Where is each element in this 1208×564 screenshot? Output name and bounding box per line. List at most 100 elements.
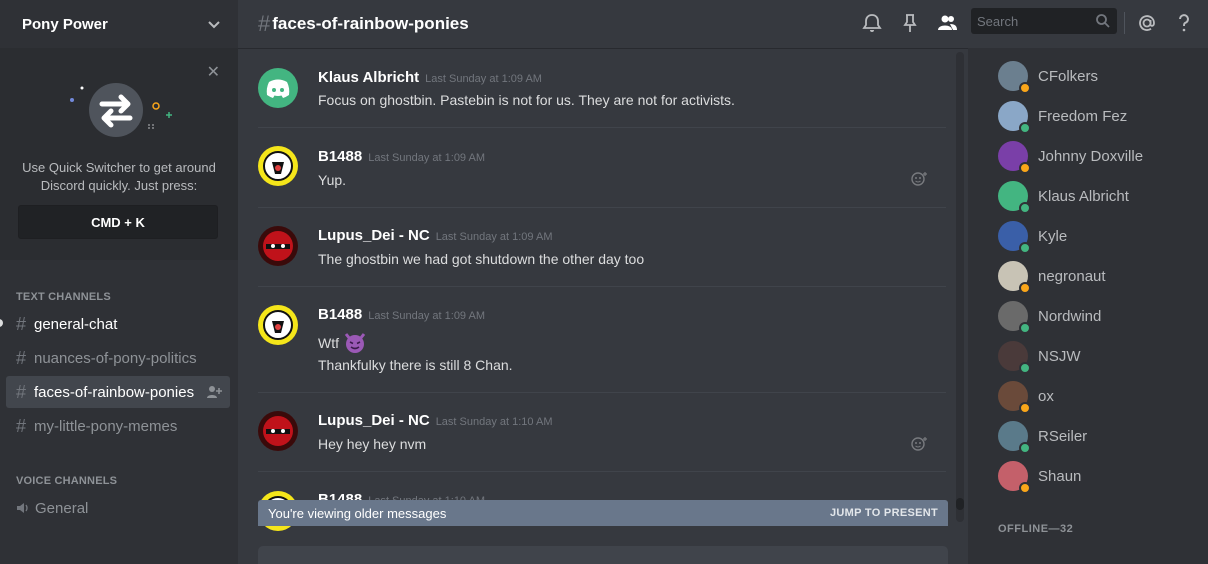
members-icon[interactable] xyxy=(936,12,958,34)
message-text: Hey hey hey nvm xyxy=(318,436,427,452)
online-status-icon xyxy=(1019,322,1031,334)
avatar[interactable] xyxy=(258,226,298,266)
bell-icon[interactable] xyxy=(861,12,883,34)
message-list: Klaus Albricht Last Sunday at 1:09 AM Foc… xyxy=(238,48,952,564)
search-input[interactable] xyxy=(971,8,1081,34)
avatar xyxy=(998,381,1031,414)
red-mask-icon xyxy=(263,416,293,446)
avatar[interactable] xyxy=(258,411,298,451)
author-name[interactable]: B1488 xyxy=(318,148,362,165)
add-reaction-icon[interactable] xyxy=(910,435,928,453)
member-item[interactable]: Klaus Albricht xyxy=(998,176,1129,216)
avatar[interactable] xyxy=(258,305,298,345)
voice-channels-header[interactable]: VOICE CHANNELS xyxy=(16,475,117,487)
channel-my-little-pony-memes[interactable]: # my-little-pony-memes xyxy=(6,410,230,442)
hash-icon: # xyxy=(16,415,27,436)
channel-label: general-chat xyxy=(34,315,118,333)
pin-icon[interactable] xyxy=(899,12,921,34)
member-name: RSeiler xyxy=(1038,427,1088,445)
chevron-down-icon xyxy=(208,21,220,29)
help-icon[interactable] xyxy=(1173,12,1195,34)
channel-label: nuances-of-pony-politics xyxy=(34,349,197,367)
add-reaction-icon[interactable] xyxy=(910,170,928,188)
search-icon[interactable] xyxy=(1095,13,1111,29)
member-item[interactable]: Shaun xyxy=(998,456,1081,496)
message: B1488 Last Sunday at 1:09 AM Yup. xyxy=(238,128,952,208)
message-text: Thankfulky there is still 8 Chan. xyxy=(318,357,513,373)
mention-icon[interactable] xyxy=(1136,12,1158,34)
avatar xyxy=(998,141,1031,174)
idle-status-icon xyxy=(1019,82,1031,94)
message-author[interactable]: B1488 Last Sunday at 1:09 AM xyxy=(318,148,485,165)
hash-icon: # xyxy=(16,381,27,402)
invite-user-icon[interactable] xyxy=(206,384,222,400)
member-item[interactable]: negronaut xyxy=(998,256,1106,296)
avatar[interactable] xyxy=(258,68,298,108)
offline-header: OFFLINE—32 xyxy=(998,523,1074,535)
older-messages-bar[interactable]: You're viewing older messages JUMP TO PR… xyxy=(258,500,948,526)
member-item[interactable]: RSeiler xyxy=(998,416,1087,456)
channel-title: # faces-of-rainbow-ponies xyxy=(258,11,469,37)
member-list: CFolkers Freedom Fez Johnny Doxville Kla… xyxy=(968,48,1208,564)
member-item[interactable]: Freedom Fez xyxy=(998,96,1127,136)
channel-general-chat[interactable]: # general-chat xyxy=(6,308,230,340)
timestamp: Last Sunday at 1:09 AM xyxy=(368,310,486,322)
avatar xyxy=(998,461,1031,494)
message-text: The ghostbin we had got shutdown the oth… xyxy=(318,251,645,267)
avatar xyxy=(998,181,1031,214)
member-item[interactable]: Kyle xyxy=(998,216,1067,256)
message-text: Wtf xyxy=(318,335,339,351)
channel-faces-of-rainbow-ponies[interactable]: # faces-of-rainbow-ponies xyxy=(6,376,230,408)
channel-header: # faces-of-rainbow-ponies xyxy=(238,0,1208,48)
author-name[interactable]: B1488 xyxy=(318,306,362,323)
online-status-icon xyxy=(1019,442,1031,454)
server-header[interactable]: Pony Power xyxy=(0,0,238,48)
close-icon[interactable]: ✕ xyxy=(207,62,220,82)
author-name[interactable]: Lupus_Dei - NC xyxy=(318,227,430,244)
message: Lupus_Dei - NC Last Sunday at 1:09 AM The… xyxy=(238,208,952,287)
message: Lupus_Dei - NC Last Sunday at 1:10 AM Hey… xyxy=(238,393,952,472)
channel-nuances-of-pony-politics[interactable]: # nuances-of-pony-politics xyxy=(6,342,230,374)
hash-icon: # xyxy=(16,347,27,368)
member-name: Freedom Fez xyxy=(1038,107,1128,125)
emblem-icon xyxy=(263,310,293,340)
avatar[interactable] xyxy=(258,146,298,186)
author-name[interactable]: Klaus Albricht xyxy=(318,69,419,86)
emblem-icon xyxy=(263,151,293,181)
message-author[interactable]: Lupus_Dei - NC Last Sunday at 1:10 AM xyxy=(318,412,553,429)
hash-icon: # xyxy=(258,11,271,36)
voice-channel-general[interactable]: General xyxy=(6,492,230,524)
text-channels-header[interactable]: TEXT CHANNELS xyxy=(16,291,111,303)
jump-to-present-button[interactable]: JUMP TO PRESENT xyxy=(830,507,938,519)
member-item[interactable]: Johnny Doxville xyxy=(998,136,1143,176)
message-scrollbar[interactable] xyxy=(956,52,964,522)
message-author[interactable]: Klaus Albricht Last Sunday at 1:09 AM xyxy=(318,69,542,86)
unread-indicator xyxy=(0,319,3,327)
channel-sidebar: Pony Power ✕ Use Quick Switcher to get a… xyxy=(0,0,238,564)
online-status-icon xyxy=(1019,122,1031,134)
message-composer[interactable] xyxy=(258,546,948,564)
member-item[interactable]: Nordwind xyxy=(998,296,1101,336)
member-item[interactable]: NSJW xyxy=(998,336,1081,376)
message-line: Wtf xyxy=(318,331,367,355)
hash-icon: # xyxy=(16,313,27,334)
member-name: Nordwind xyxy=(1038,307,1102,325)
header-divider xyxy=(1124,12,1125,34)
search-box[interactable] xyxy=(971,8,1117,34)
member-item[interactable]: CFolkers xyxy=(998,56,1098,96)
idle-status-icon xyxy=(1019,482,1031,494)
author-name[interactable]: Lupus_Dei - NC xyxy=(318,412,430,429)
message-author[interactable]: Lupus_Dei - NC Last Sunday at 1:09 AM xyxy=(318,227,553,244)
scrollbar-thumb[interactable] xyxy=(956,498,964,510)
message-author[interactable]: B1488 Last Sunday at 1:09 AM xyxy=(318,306,485,323)
member-item[interactable]: ox xyxy=(998,376,1054,416)
timestamp: Last Sunday at 1:10 AM xyxy=(435,416,553,428)
member-name: Shaun xyxy=(1038,467,1082,485)
avatar xyxy=(998,301,1031,334)
online-status-icon xyxy=(1019,362,1031,374)
quick-switcher-art-icon xyxy=(70,83,172,137)
online-status-icon xyxy=(1019,242,1031,254)
shortcut-button[interactable]: CMD + K xyxy=(18,205,218,239)
speaker-icon xyxy=(17,503,28,513)
message-text: Yup. xyxy=(318,172,347,188)
